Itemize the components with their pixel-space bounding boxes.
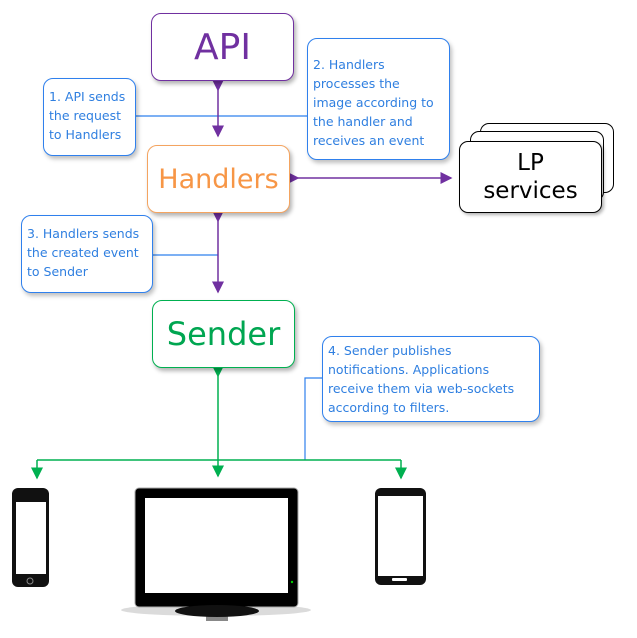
note-line: according to filters. xyxy=(328,400,450,415)
note-line: 3. Handlers sends xyxy=(27,226,140,241)
handlers-node: Handlers xyxy=(147,145,290,213)
note-line: the handler and xyxy=(313,114,413,129)
note-step-1: 1. API sends the request to Handlers xyxy=(43,78,136,156)
api-label: API xyxy=(194,26,251,68)
desktop-monitor-icon xyxy=(121,487,311,621)
lp-services-label-line2: services xyxy=(483,178,578,204)
note-step-2: 2. Handlers processes the image accordin… xyxy=(307,38,450,160)
note4-leader xyxy=(304,377,323,460)
note-step-4: 4. Sender publishes notifications. Appli… xyxy=(322,336,540,422)
api-node: API xyxy=(151,13,294,81)
note-line: 1. API sends xyxy=(49,89,126,104)
android-phone-icon xyxy=(375,488,426,585)
note-line: processes the xyxy=(313,76,400,91)
note-line: receives an event xyxy=(313,133,425,148)
note-line: receive them via web-sockets xyxy=(328,381,515,396)
note-line: the request xyxy=(49,108,122,123)
sender-node: Sender xyxy=(152,300,295,368)
note-line: to Sender xyxy=(27,264,88,279)
lp-services-label-line1: LP xyxy=(517,150,544,176)
note-line: image according to xyxy=(313,95,434,110)
note-line: 2. Handlers xyxy=(313,57,385,72)
handlers-label: Handlers xyxy=(158,163,279,195)
lp-services-node: LP services xyxy=(459,141,602,213)
sender-label: Sender xyxy=(166,315,281,353)
note-line: 4. Sender publishes xyxy=(328,343,452,358)
note-line: the created event xyxy=(27,245,139,260)
note-line: notifications. Applications xyxy=(328,362,490,377)
note-step-3: 3. Handlers sends the created event to S… xyxy=(21,215,153,293)
iphone-icon xyxy=(12,488,49,587)
note-line: to Handlers xyxy=(49,127,122,142)
